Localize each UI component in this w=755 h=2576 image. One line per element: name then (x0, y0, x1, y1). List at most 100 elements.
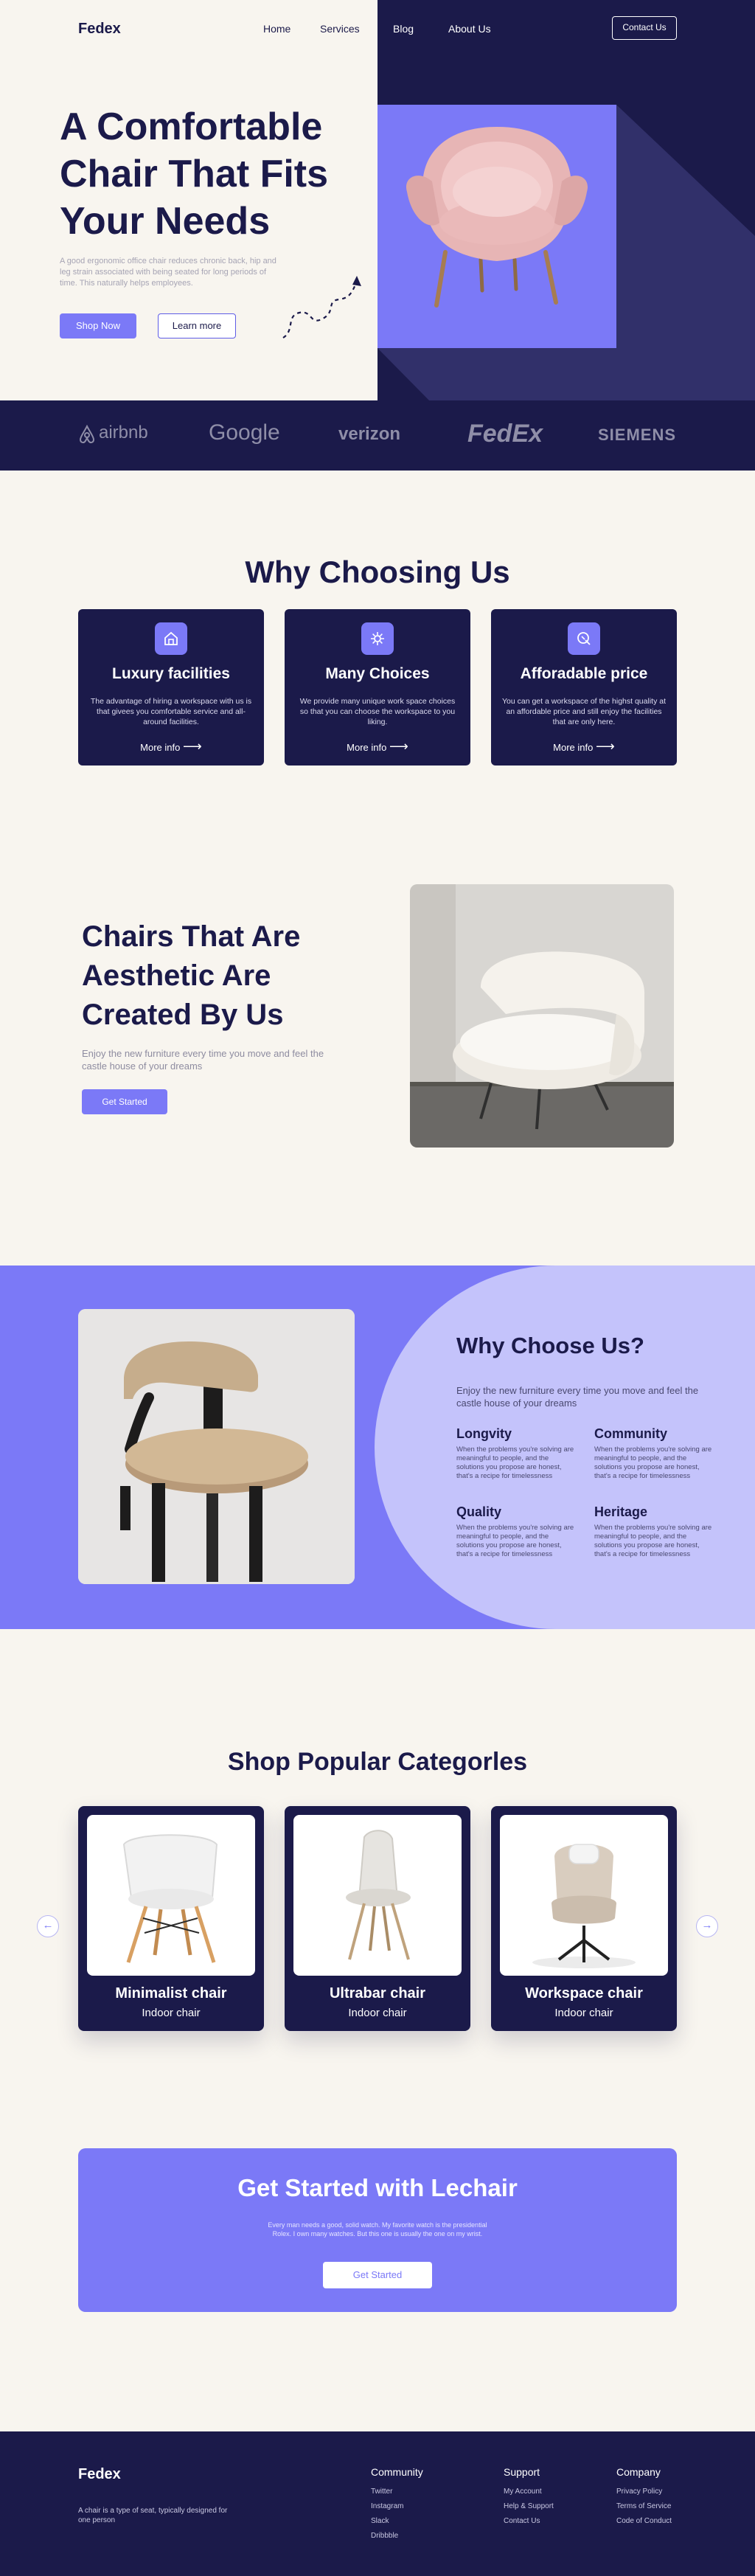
lounge-chair-illustration (532, 1844, 636, 1968)
footer-link-help-support[interactable]: Help & Support (504, 2502, 554, 2510)
category-card[interactable]: Workspace chair Indoor chair (491, 1806, 677, 2031)
feature-card: Afforadable price You can get a workspac… (491, 609, 677, 765)
feature-title: Many Choices (325, 665, 430, 682)
white-boucle-chair-illustration (410, 884, 674, 1148)
why-choose-us-section: Why Choose Us? Enjoy the new furniture e… (0, 1266, 755, 1629)
hero-section: Fedex Home Services Blog About Us Contac… (0, 0, 755, 400)
eames-chair-illustration (122, 1834, 218, 1963)
aesthetic-description: Enjoy the new furniture every time you m… (82, 1048, 324, 1072)
hero-title: A Comfortable Chair That Fits Your Needs (60, 105, 329, 243)
quality-item-title: Community (594, 1426, 667, 1441)
arrow-right-icon: ⟶ (389, 739, 408, 754)
more-info-label: More info (140, 742, 181, 753)
brand-fedex: FedEx (467, 420, 543, 448)
category-subtitle: Indoor chair (348, 2007, 407, 2019)
brand-google: Google (209, 420, 280, 445)
footer-col-support-title: Support (504, 2466, 540, 2478)
get-started-button[interactable]: Get Started (82, 1089, 167, 1114)
cta-title: Get Started with Lechair (237, 2174, 518, 2201)
nav-logo[interactable]: Fedex (78, 21, 121, 38)
settings-icon (361, 622, 394, 655)
footer-link-contact-us[interactable]: Contact Us (504, 2517, 540, 2525)
why-choose-us-description: Enjoy the new furniture every time you m… (456, 1385, 699, 1409)
contact-us-button[interactable]: Contact Us (612, 16, 677, 40)
learn-more-button[interactable]: Learn more (158, 313, 236, 339)
airbnb-logo-icon (79, 425, 95, 443)
feature-card: Many Choices We provide many unique work… (285, 609, 470, 765)
footer-logo[interactable]: Fedex (78, 2466, 121, 2483)
footer-link-terms[interactable]: Terms of Service (616, 2502, 671, 2510)
why-choosing-title: Why Choosing Us (245, 555, 510, 589)
quality-item-title: Heritage (594, 1504, 648, 1519)
footer-link-code-of-conduct[interactable]: Code of Conduct (616, 2517, 672, 2525)
carousel-next-button[interactable]: → (696, 1915, 718, 1937)
category-card[interactable]: Ultrabar chair Indoor chair (285, 1806, 470, 2031)
brand-logo-strip: airbnb Google verizon FedEx SIEMENS (0, 400, 755, 471)
quality-item-description: When the problems you're solving are mea… (456, 1524, 574, 1558)
feature-description: We provide many unique work space choice… (299, 697, 456, 726)
feature-title: Afforadable price (520, 665, 648, 682)
more-info-link[interactable]: More info ⟶ (491, 739, 677, 754)
nav-link-blog[interactable]: Blog (393, 23, 414, 35)
footer-link-dribbble[interactable]: Dribbble (371, 2532, 398, 2540)
category-name: Workspace chair (525, 1985, 643, 2002)
shop-now-button[interactable]: Shop Now (60, 313, 136, 339)
footer-link-slack[interactable]: Slack (371, 2517, 389, 2525)
footer-link-privacy-policy[interactable]: Privacy Policy (616, 2488, 662, 2496)
more-info-label: More info (347, 742, 387, 753)
more-info-label: More info (553, 742, 594, 753)
feature-description: The advantage of hiring a workspace with… (90, 697, 252, 726)
category-card[interactable]: Minimalist chair Indoor chair (78, 1806, 264, 2031)
bar-chair-illustration (78, 1309, 355, 1584)
footer-link-twitter[interactable]: Twitter (371, 2488, 392, 2496)
footer-col-company-title: Company (616, 2466, 661, 2478)
pink-armchair-illustration (406, 127, 588, 308)
brand-airbnb: airbnb (99, 423, 148, 442)
footer-description: A chair is a type of seat, typically des… (78, 2507, 228, 2524)
categories-title: Shop Popular Categorles (227, 1748, 528, 1776)
nav-link-home[interactable]: Home (263, 23, 290, 35)
feature-description: You can get a workspace of the highst qu… (501, 697, 666, 726)
quality-item-description: When the problems you're solving are mea… (456, 1445, 574, 1480)
hero-description: A good ergonomic office chair reduces ch… (60, 257, 276, 288)
price-icon (568, 622, 600, 655)
quality-item-description: When the problems you're solving are mea… (594, 1524, 712, 1558)
category-subtitle: Indoor chair (554, 2007, 613, 2019)
nav-link-services[interactable]: Services (320, 23, 360, 35)
landing-page: Fedex Home Services Blog About Us Contac… (0, 0, 755, 2576)
why-choose-us-title: Why Choose Us? (456, 1333, 644, 1358)
footer: Fedex A chair is a type of seat, typical… (0, 2431, 755, 2576)
home-icon (155, 622, 187, 655)
aesthetic-title: Chairs That Are Aesthetic Are Created By… (82, 920, 301, 1031)
category-subtitle: Indoor chair (142, 2007, 201, 2019)
arrow-right-icon: ⟶ (183, 739, 202, 754)
shell-chair-illustration (346, 1830, 411, 1960)
cta-description: Every man needs a good, solid watch. My … (268, 2221, 487, 2237)
footer-link-instagram[interactable]: Instagram (371, 2502, 403, 2510)
more-info-link[interactable]: More info ⟶ (285, 739, 470, 754)
category-name: Ultrabar chair (329, 1985, 426, 2002)
workspace-chair-image (500, 1815, 668, 1976)
feature-card: Luxury facilities The advantage of hirin… (78, 609, 264, 765)
more-info-link[interactable]: More info ⟶ (78, 739, 264, 754)
hero-image (378, 105, 616, 348)
carousel-prev-button[interactable]: ← (37, 1915, 59, 1937)
quality-item-title: Longvity (456, 1426, 512, 1441)
nav-link-about[interactable]: About Us (448, 23, 491, 35)
footer-link-my-account[interactable]: My Account (504, 2488, 542, 2496)
cta-banner: Get Started with Lechair Every man needs… (78, 2148, 677, 2312)
footer-col-community-title: Community (371, 2466, 423, 2478)
feature-title: Luxury facilities (112, 665, 230, 682)
brand-verizon: verizon (338, 424, 401, 444)
ultrabar-chair-image (293, 1815, 462, 1976)
minimalist-chair-image (87, 1815, 255, 1976)
category-name: Minimalist chair (115, 1985, 227, 2002)
quality-item-title: Quality (456, 1504, 502, 1519)
aesthetic-chair-image (410, 884, 674, 1148)
quality-item-description: When the problems you're solving are mea… (594, 1445, 712, 1480)
cta-get-started-button[interactable]: Get Started (323, 2262, 432, 2288)
bar-chair-image (78, 1309, 355, 1584)
brand-siemens: SIEMENS (598, 426, 677, 444)
arrow-right-icon: ⟶ (596, 739, 615, 754)
decorative-arrow-icon (282, 276, 361, 339)
